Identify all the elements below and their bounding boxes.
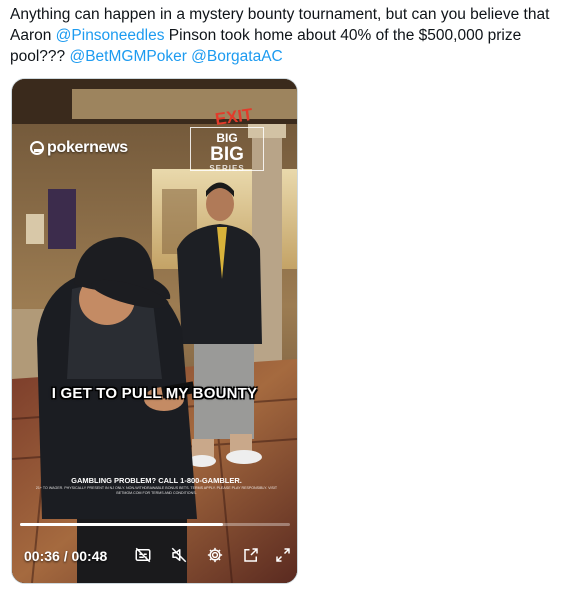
fullscreen-icon[interactable]: [274, 546, 292, 564]
logo-text: pokernews: [47, 139, 128, 156]
video-caption: I GET TO PULL MY BOUNTY: [51, 385, 258, 402]
settings-icon[interactable]: [206, 546, 224, 564]
badge-line3: SERIES: [209, 164, 245, 173]
gambling-disclaimer: GAMBLING PROBLEM? CALL 1-800-GAMBLER. 21…: [34, 476, 279, 496]
pokernews-logo: pokernews: [30, 139, 128, 157]
video-progress-bar[interactable]: [20, 523, 290, 526]
mute-icon[interactable]: [170, 546, 188, 564]
mention-borgataac[interactable]: @BorgataAC: [191, 48, 283, 65]
video-time: 00:36 / 00:48: [24, 548, 108, 564]
disclaimer-title: GAMBLING PROBLEM? CALL 1-800-GAMBLER.: [71, 476, 242, 485]
badge-line2: BIG: [210, 144, 244, 165]
mention-pinsoneedles[interactable]: @Pinsoneedles: [56, 27, 165, 44]
video-player[interactable]: EXIT pokernews BIG BIG SERIES I GET TO P…: [11, 78, 298, 584]
disclaimer-body: 21+ TO WAGER. PHYSICALLY PRESENT IN NJ O…: [35, 486, 278, 495]
tweet-text: Anything can happen in a mystery bounty …: [10, 4, 555, 67]
badge-line1: BIG: [216, 131, 238, 145]
pokernews-logo-icon: [30, 141, 44, 155]
mention-betmgmpoker[interactable]: @BetMGMPoker: [69, 48, 186, 65]
video-controls: 00:36 / 00:48: [12, 537, 297, 573]
picture-in-picture-icon[interactable]: [242, 546, 260, 564]
captions-icon[interactable]: [134, 546, 152, 564]
big-series-badge: BIG BIG SERIES: [190, 127, 264, 173]
video-progress-fill: [20, 523, 223, 526]
